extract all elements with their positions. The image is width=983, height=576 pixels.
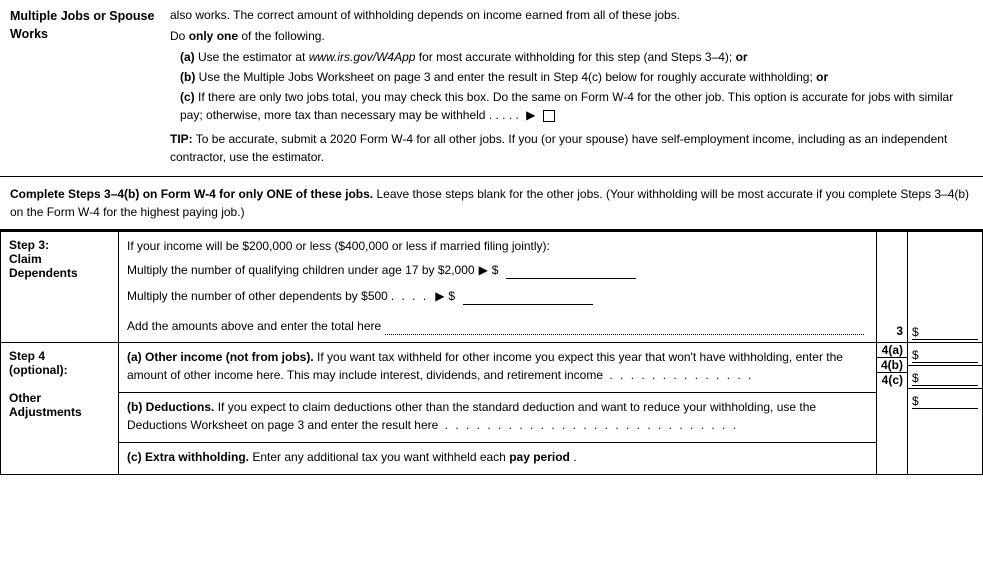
step4c-bold2: pay period: [509, 450, 570, 464]
step3-sub2-dollar: $: [448, 287, 455, 305]
arrow-right-icon: ▶: [526, 108, 535, 122]
step3-sub1-input[interactable]: [506, 261, 636, 279]
step3-sub1-arrow: ▶: [479, 261, 488, 279]
top-section: Multiple Jobs or Spouse Works also works…: [0, 0, 983, 177]
step4-label: Step 4 (optional): Other Adjustments: [1, 343, 119, 475]
step4b-block: (b) Deductions. If you expect to claim d…: [119, 393, 876, 443]
step3-label-line2: Claim: [9, 252, 42, 266]
step4-label-line4: Adjustments: [9, 405, 82, 419]
item-c-text: If there are only two jobs total, you ma…: [180, 90, 953, 122]
step3-sub1: Multiply the number of qualifying childr…: [127, 261, 868, 279]
step3-label: Step 3: Claim Dependents: [1, 232, 119, 343]
step4a-bold: Other income (not from jobs).: [145, 350, 314, 364]
do-one-prefix: Do: [170, 29, 189, 43]
step4-label-line2: (optional):: [9, 363, 68, 377]
left-label-text: Multiple Jobs or Spouse Works: [10, 9, 154, 41]
right-content: also works. The correct amount of withho…: [170, 6, 983, 166]
step4c-dollar: $: [912, 394, 919, 408]
step4c-block: (c) Extra withholding. Enter any additio…: [119, 443, 876, 474]
step4a-input[interactable]: $: [912, 345, 978, 363]
step3-amount-line[interactable]: $: [912, 322, 978, 340]
step4c-linenum: 4(c): [882, 373, 903, 387]
step4b-dollar: $: [912, 371, 919, 385]
step4a-linenum: 4(a): [882, 343, 903, 357]
step4b-dots: . . . . . . . . . . . . . . . . . . . . …: [445, 418, 738, 432]
checkbox-c[interactable]: [543, 110, 555, 122]
step4a-label: (a): [127, 350, 142, 364]
item-c-label: (c): [180, 90, 195, 104]
step4b-label: (b): [127, 400, 142, 414]
item-a-rest: for most accurate withholding for this s…: [415, 50, 735, 64]
item-c: (c) If there are only two jobs total, yo…: [170, 88, 973, 124]
page: Multiple Jobs or Spouse Works also works…: [0, 0, 983, 475]
step4-row: Step 4 (optional): Other Adjustments (a)…: [1, 343, 983, 475]
left-label: Multiple Jobs or Spouse Works: [0, 6, 170, 166]
step3-amount: $: [908, 232, 983, 343]
tip-text: To be accurate, submit a 2020 Form W-4 f…: [170, 132, 947, 164]
step4-line-nums: 4(a) 4(b) 4(c): [877, 343, 908, 475]
step4c-bold: Extra withholding.: [145, 450, 249, 464]
step4c-label: (c): [127, 450, 142, 464]
tip-section: TIP: To be accurate, submit a 2020 Form …: [170, 130, 973, 166]
item-a-url: www.irs.gov/W4App: [309, 50, 416, 64]
step3-add-text: Add the amounts above and enter the tota…: [127, 317, 381, 335]
step4b-bold: Deductions.: [146, 400, 215, 414]
step3-label-line3: Dependents: [9, 266, 78, 280]
item-a-or: or: [736, 50, 748, 64]
item-b-label: (b): [180, 70, 195, 84]
step3-line-num: 3: [877, 232, 908, 343]
item-b-or: or: [816, 70, 828, 84]
step4a-dots: . . . . . . . . . . . . . .: [609, 368, 753, 382]
item-a-label: (a): [180, 50, 195, 64]
step4c-input[interactable]: $: [912, 391, 978, 409]
step3-intro: If your income will be $200,000 or less …: [127, 237, 868, 255]
step3-num: 3: [896, 324, 903, 338]
do-one-bold: only one: [189, 29, 238, 43]
step4-content: (a) Other income (not from jobs). If you…: [119, 343, 877, 475]
step3-sub1-dollar: $: [492, 261, 499, 279]
step4c-dots: .: [573, 450, 576, 464]
step4c-text: Enter any additional tax you want withhe…: [252, 450, 509, 464]
step3-sub2-dots: . . . .: [391, 287, 428, 305]
step3-sub2-arrow: ▶: [435, 287, 444, 305]
tip-bold: TIP:: [170, 132, 193, 146]
step3-sub2: Multiply the number of other dependents …: [127, 287, 868, 305]
step3-add-row: Add the amounts above and enter the tota…: [127, 315, 868, 337]
step3-dollar: $: [912, 325, 919, 339]
step4-label-line1: Step 4: [9, 349, 45, 363]
item-a: (a) Use the estimator at www.irs.gov/W4A…: [170, 48, 973, 66]
step3-sub1-text: Multiply the number of qualifying childr…: [127, 261, 475, 279]
complete-section: Complete Steps 3–4(b) on Form W-4 for on…: [0, 177, 983, 231]
step3-row: Step 3: Claim Dependents If your income …: [1, 232, 983, 343]
step3-content: If your income will be $200,000 or less …: [119, 232, 877, 343]
step4b-input[interactable]: $: [912, 368, 978, 386]
item-b: (b) Use the Multiple Jobs Worksheet on p…: [170, 68, 973, 86]
item-a-text: Use the estimator at: [195, 50, 309, 64]
step4-amounts: $ $: [908, 343, 983, 475]
step4-label-line3: Other: [9, 391, 41, 405]
step4b-linenum: 4(b): [881, 358, 903, 372]
step4a-dollar: $: [912, 348, 919, 362]
step3-sub2-text: Multiply the number of other dependents …: [127, 287, 388, 305]
intro-text: also works. The correct amount of withho…: [170, 6, 973, 24]
do-one-rest: of the following.: [238, 29, 325, 43]
do-one-text: Do only one of the following.: [170, 27, 973, 45]
item-b-text: Use the Multiple Jobs Worksheet on page …: [195, 70, 816, 84]
complete-bold: Complete Steps 3–4(b) on Form W-4 for on…: [10, 187, 373, 201]
steps-table: Step 3: Claim Dependents If your income …: [0, 231, 983, 475]
step3-label-line1: Step 3:: [9, 238, 49, 252]
step3-dots: [385, 321, 864, 335]
step3-sub2-input[interactable]: [463, 287, 593, 305]
step4a-block: (a) Other income (not from jobs). If you…: [119, 343, 876, 393]
